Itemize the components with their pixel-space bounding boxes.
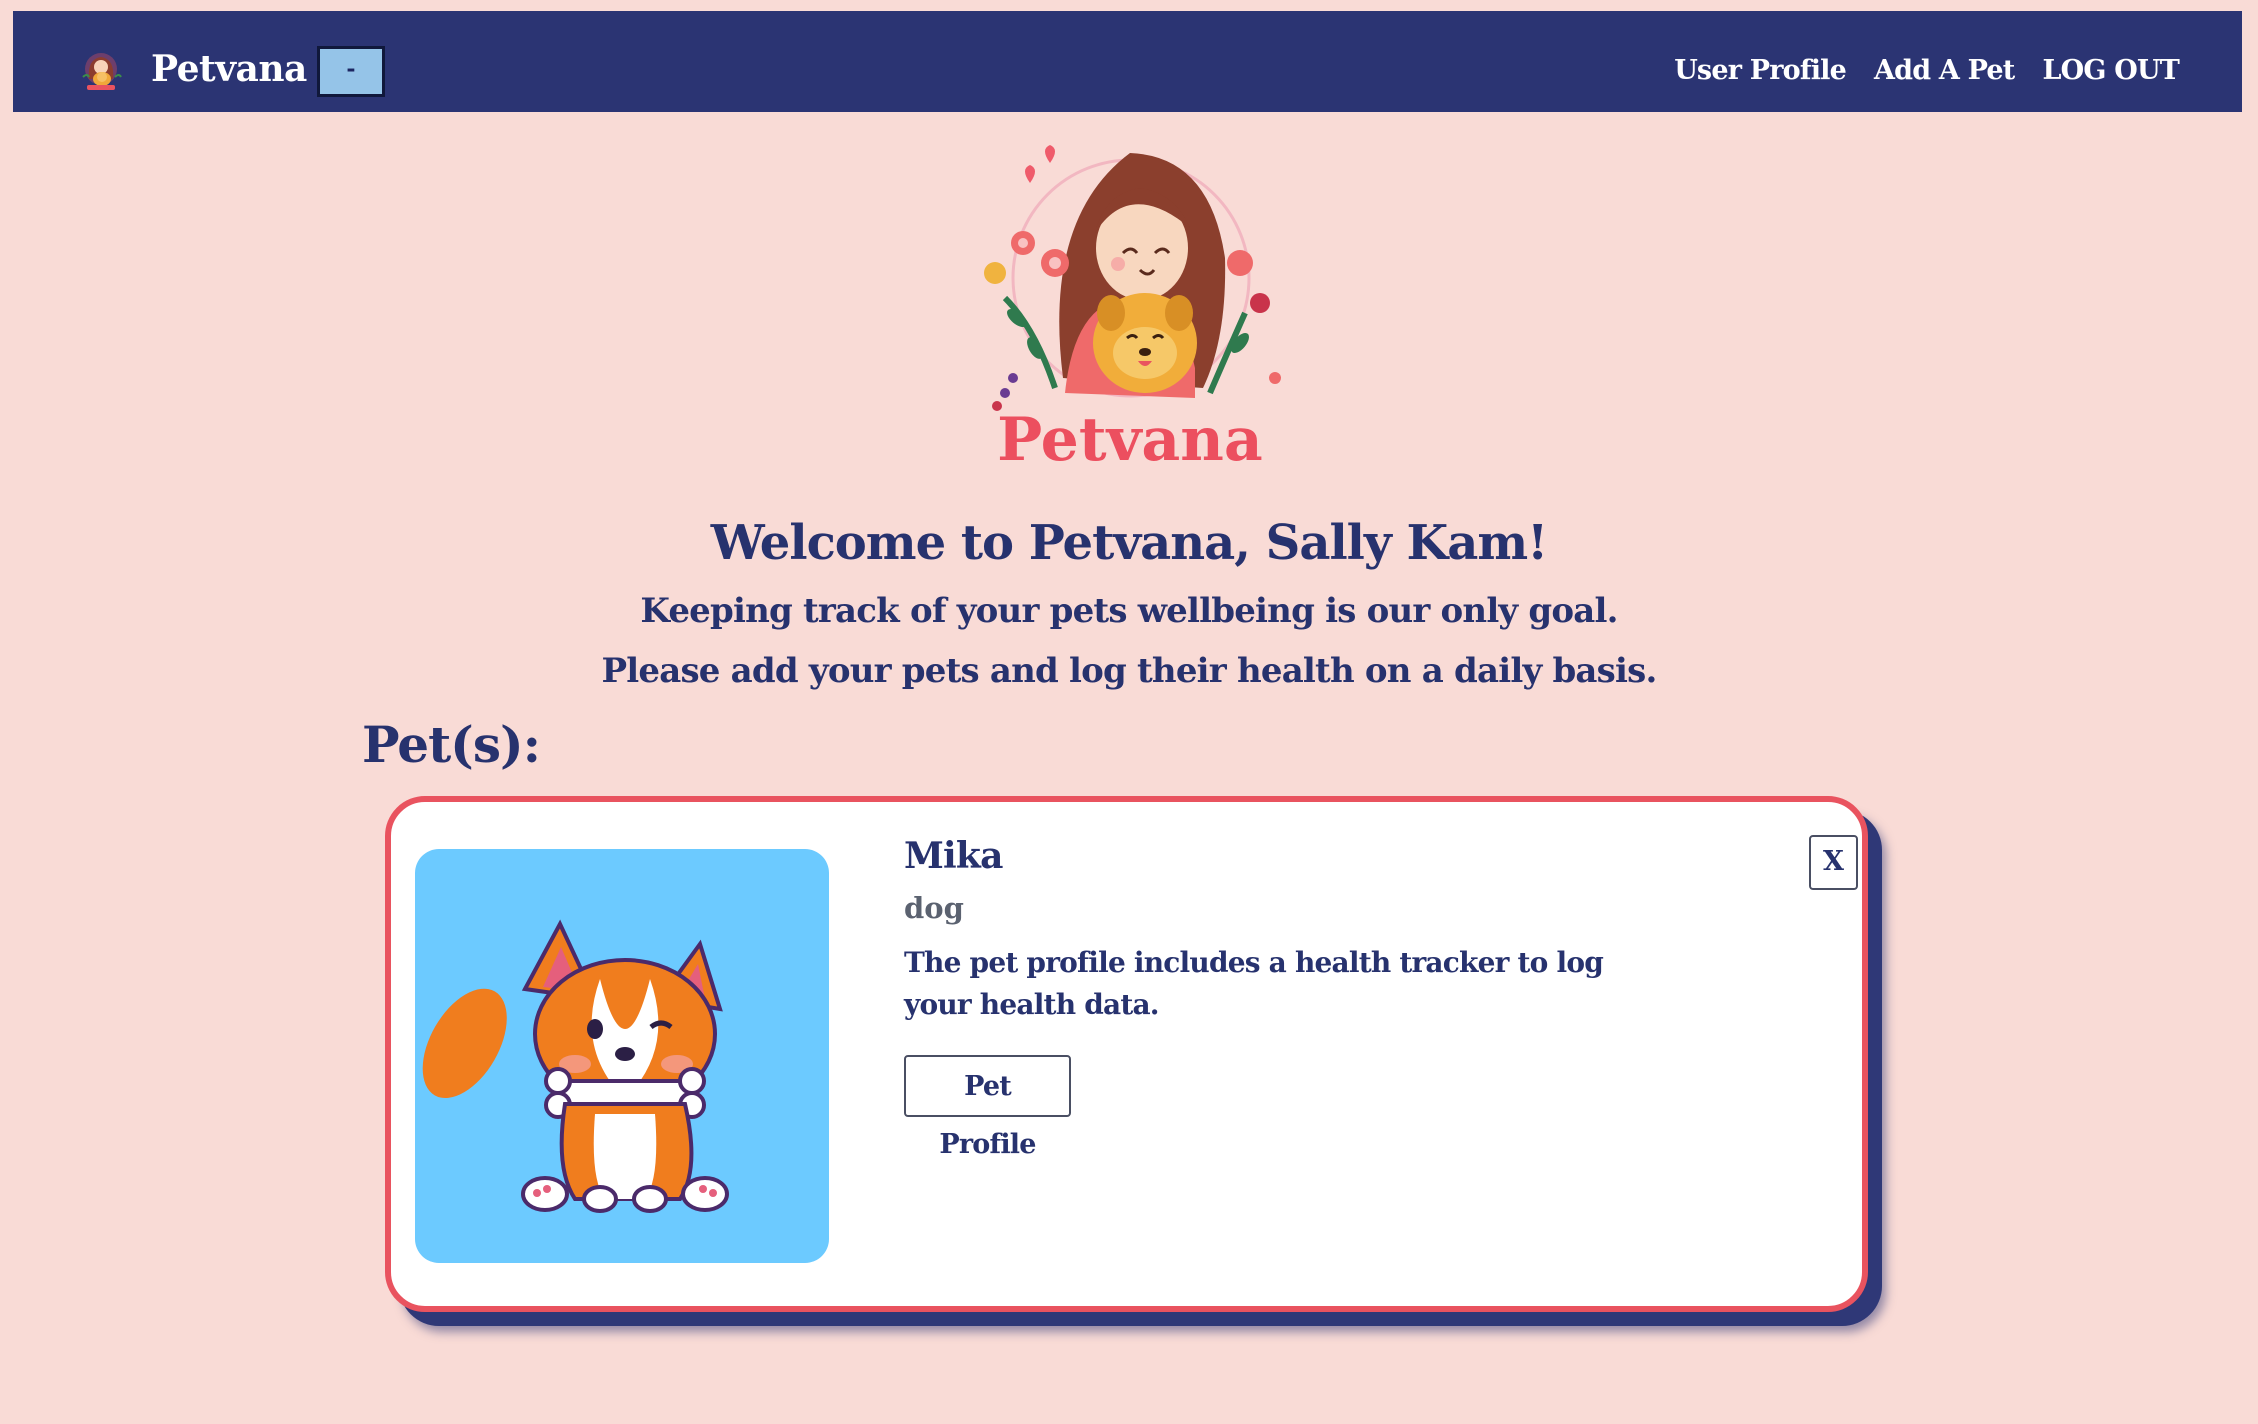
nav-link-add-a-pet[interactable]: Add A Pet bbox=[1874, 55, 2015, 86]
top-navbar: Petvana - User Profile Add A Pet LOG OUT bbox=[13, 11, 2242, 112]
pet-name: Mika bbox=[904, 835, 1003, 877]
pet-description: The pet profile includes a health tracke… bbox=[904, 946, 1604, 1021]
nav-links: User Profile Add A Pet LOG OUT bbox=[1674, 55, 2180, 86]
welcome-heading: Welcome to Petvana, Sally Kam! bbox=[710, 515, 1548, 571]
tagline-line-2: Please add your pets and log their healt… bbox=[601, 651, 1658, 691]
corgi-illustration-icon bbox=[422, 919, 729, 1213]
brand-logo-icon[interactable] bbox=[75, 49, 127, 93]
page: Petvana - User Profile Add A Pet LOG OUT bbox=[0, 0, 2258, 1424]
nav-link-user-profile[interactable]: User Profile bbox=[1674, 55, 1847, 86]
hero-logo-illustration: Petvana bbox=[984, 145, 1281, 468]
pet-card: Mika dog The pet profile includes a heal… bbox=[385, 796, 1868, 1312]
pets-section-heading: Pet(s): bbox=[362, 715, 541, 774]
pet-image bbox=[415, 849, 829, 1263]
hero-logo-text: Petvana bbox=[997, 405, 1263, 468]
pet-species: dog bbox=[904, 891, 964, 925]
sidebar-toggle-button[interactable]: - bbox=[317, 46, 385, 97]
brand-name[interactable]: Petvana bbox=[151, 48, 307, 90]
remove-pet-button[interactable]: X bbox=[1809, 835, 1858, 890]
nav-link-log-out[interactable]: LOG OUT bbox=[2042, 55, 2179, 86]
pet-profile-button[interactable]: Pet Profile bbox=[904, 1055, 1071, 1160]
tagline-line-1: Keeping track of your pets wellbeing is … bbox=[640, 591, 1618, 631]
